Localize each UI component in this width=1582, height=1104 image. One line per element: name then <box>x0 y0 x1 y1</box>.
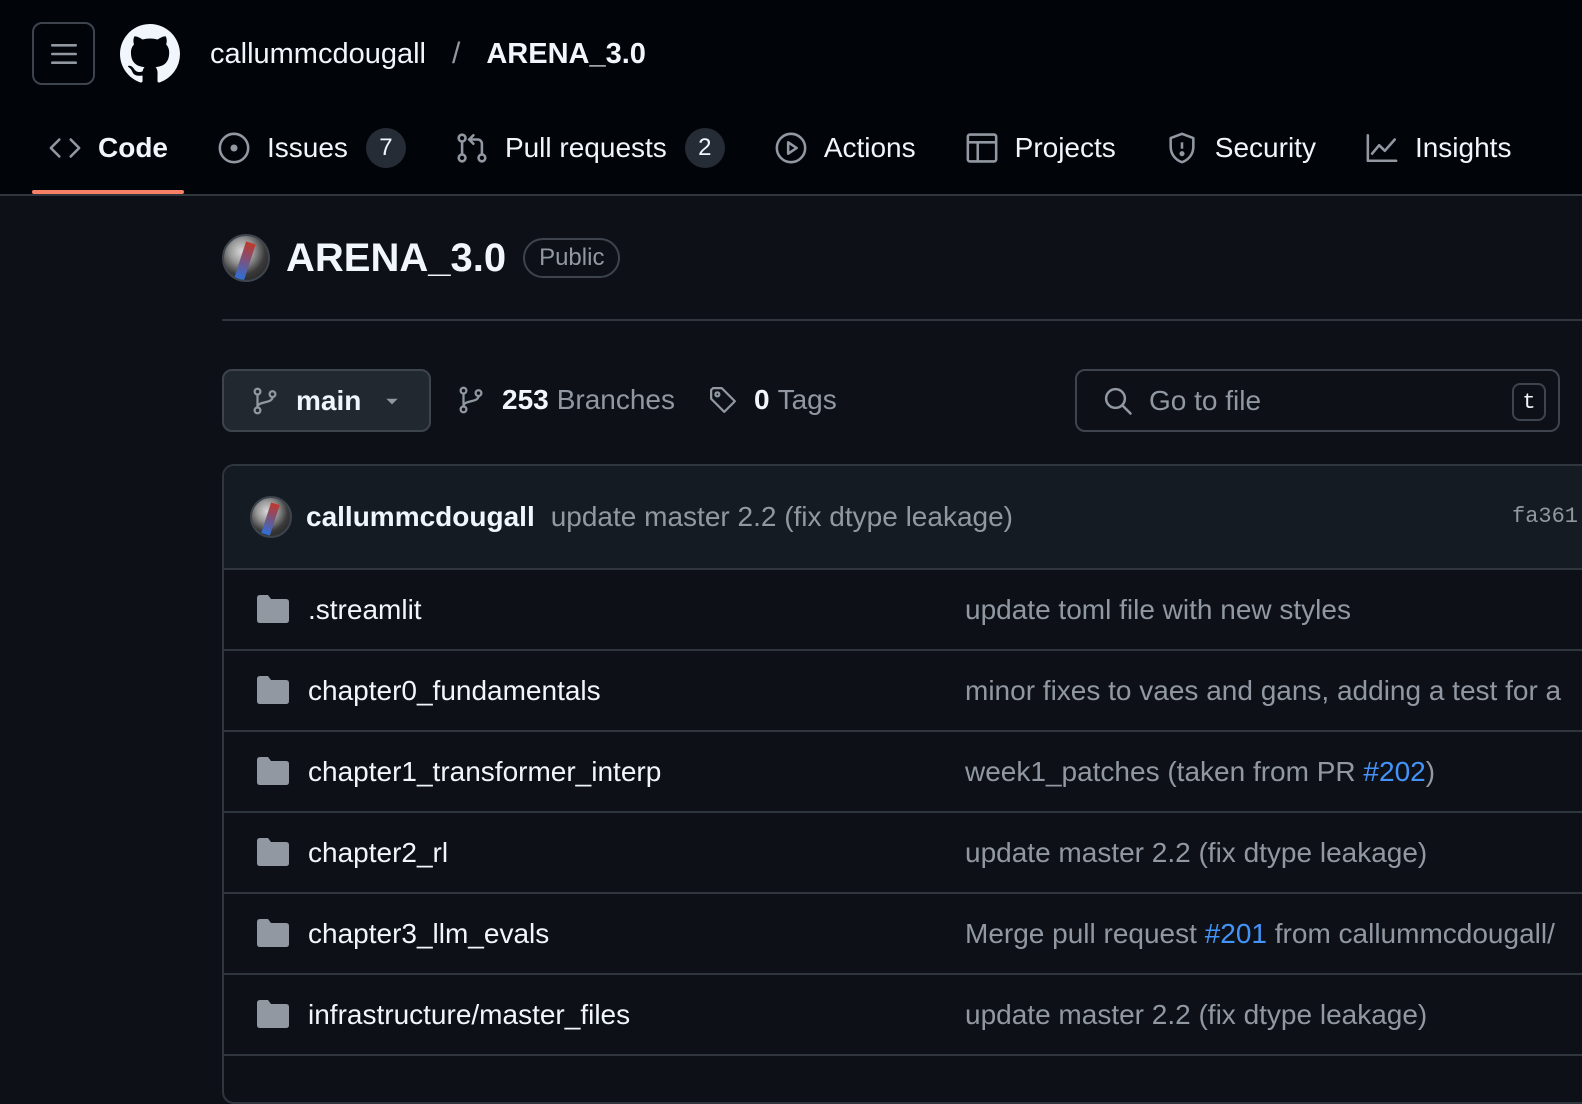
global-header: callummcdougall / ARENA_3.0 Code Issues … <box>0 0 1582 196</box>
owner-avatar[interactable] <box>222 234 270 282</box>
folder-icon <box>257 757 289 785</box>
folder-icon <box>257 1000 289 1028</box>
folder-icon <box>257 838 289 866</box>
tab-actions[interactable]: Actions <box>758 118 932 178</box>
pull-requests-counter: 2 <box>684 128 725 168</box>
file-commit-message[interactable]: update toml file with new styles <box>965 594 1351 626</box>
shield-icon <box>1169 132 1195 164</box>
commit-author[interactable]: callummcdougall <box>306 501 535 533</box>
file-name[interactable]: infrastructure/master_files <box>308 999 630 1031</box>
file-row[interactable]: chapter0_fundamentals minor fixes to vae… <box>224 651 1582 732</box>
breadcrumb: callummcdougall / ARENA_3.0 <box>210 33 646 75</box>
tags-count: 0 <box>754 384 770 415</box>
branches-label: Branches <box>556 384 676 415</box>
repo-title[interactable]: ARENA_3.0 <box>286 236 506 281</box>
tab-actions-label: Actions <box>823 132 916 163</box>
commit-sha[interactable]: fa361 <box>1512 504 1578 529</box>
breadcrumb-repo[interactable]: ARENA_3.0 <box>486 38 646 71</box>
tab-code-label: Code <box>98 132 168 163</box>
issue-opened-icon <box>218 132 250 164</box>
folder-icon <box>257 919 289 947</box>
file-commit-message[interactable]: update master 2.2 (fix dtype leakage) <box>965 999 1427 1031</box>
file-row[interactable]: chapter2_rl update master 2.2 (fix dtype… <box>224 813 1582 894</box>
branches-link[interactable]: 253 Branches <box>456 378 675 422</box>
play-icon <box>775 132 807 164</box>
commit-message[interactable]: update master 2.2 (fix dtype leakage) <box>551 501 1013 533</box>
file-row[interactable]: .streamlit update toml file with new sty… <box>224 570 1582 651</box>
commit-author-avatar[interactable] <box>250 496 292 538</box>
repo-heading: ARENA_3.0 Public <box>222 232 621 284</box>
tab-code[interactable]: Code <box>32 118 184 194</box>
issues-counter: 7 <box>365 128 406 168</box>
tab-issues-label: Issues <box>267 132 348 163</box>
triangle-down-icon <box>386 398 398 404</box>
tags-link[interactable]: 0 Tags <box>708 378 837 422</box>
tab-issues[interactable]: Issues 7 <box>201 118 422 178</box>
file-row[interactable]: chapter3_llm_evals Merge pull request #2… <box>224 894 1582 975</box>
breadcrumb-separator: / <box>452 37 461 70</box>
tab-security[interactable]: Security <box>1149 118 1332 178</box>
visibility-badge: Public <box>523 238 621 278</box>
breadcrumb-owner[interactable]: callummcdougall <box>210 38 426 71</box>
tab-security-label: Security <box>1214 132 1316 163</box>
search-icon <box>1104 387 1132 415</box>
tag-icon <box>710 387 736 413</box>
three-bars-icon <box>50 43 77 64</box>
folder-icon <box>257 676 289 704</box>
code-icon <box>49 138 81 158</box>
github-logo-icon[interactable] <box>120 24 180 84</box>
file-name[interactable]: chapter3_llm_evals <box>308 918 549 950</box>
file-row[interactable]: chapter1_transformer_interp week1_patche… <box>224 732 1582 813</box>
git-branch-icon <box>459 386 483 414</box>
pull-request-link[interactable]: #202 <box>1363 756 1425 787</box>
tab-insights-label: Insights <box>1414 132 1512 163</box>
go-to-file-search[interactable]: t <box>1075 369 1560 432</box>
file-commit-message[interactable]: minor fixes to vaes and gans, adding a t… <box>965 675 1561 707</box>
heading-divider <box>222 319 1582 321</box>
file-row[interactable]: infrastructure/master_files update maste… <box>224 975 1582 1056</box>
git-pull-request-icon <box>457 133 487 163</box>
tab-projects[interactable]: Projects <box>949 118 1132 178</box>
go-to-file-input[interactable] <box>1149 384 1489 417</box>
file-name[interactable]: chapter2_rl <box>308 837 448 869</box>
file-commit-message[interactable]: week1_patches (taken from PR #202) <box>965 756 1435 788</box>
tab-projects-label: Projects <box>1014 132 1116 163</box>
tab-pull-requests[interactable]: Pull requests 2 <box>439 118 741 178</box>
keyboard-shortcut-hint: t <box>1512 383 1546 421</box>
file-name[interactable]: chapter1_transformer_interp <box>308 756 661 788</box>
pull-request-link[interactable]: #201 <box>1205 918 1267 949</box>
file-commit-message[interactable]: Merge pull request #201 from callummcdou… <box>965 918 1555 950</box>
latest-commit-bar: callummcdougall update master 2.2 (fix d… <box>224 466 1582 570</box>
file-name[interactable]: .streamlit <box>308 594 422 626</box>
hamburger-menu-button[interactable] <box>32 22 95 85</box>
branch-name: main <box>296 384 362 416</box>
tab-pull-requests-label: Pull requests <box>504 132 667 163</box>
folder-icon <box>257 595 289 623</box>
graph-icon <box>1366 133 1398 163</box>
branch-select-button[interactable]: main <box>222 369 431 432</box>
git-branch-icon <box>253 387 277 414</box>
repo-nav-tabs: Code Issues 7 Pull requests 2 Actions Pr… <box>32 118 1544 194</box>
branches-count: 253 <box>502 384 549 415</box>
table-icon <box>966 133 998 163</box>
file-commit-message[interactable]: update master 2.2 (fix dtype leakage) <box>965 837 1427 869</box>
file-list: callummcdougall update master 2.2 (fix d… <box>222 464 1582 1104</box>
file-name[interactable]: chapter0_fundamentals <box>308 675 601 707</box>
tab-insights[interactable]: Insights <box>1349 118 1528 178</box>
tags-label: Tags <box>777 384 837 415</box>
